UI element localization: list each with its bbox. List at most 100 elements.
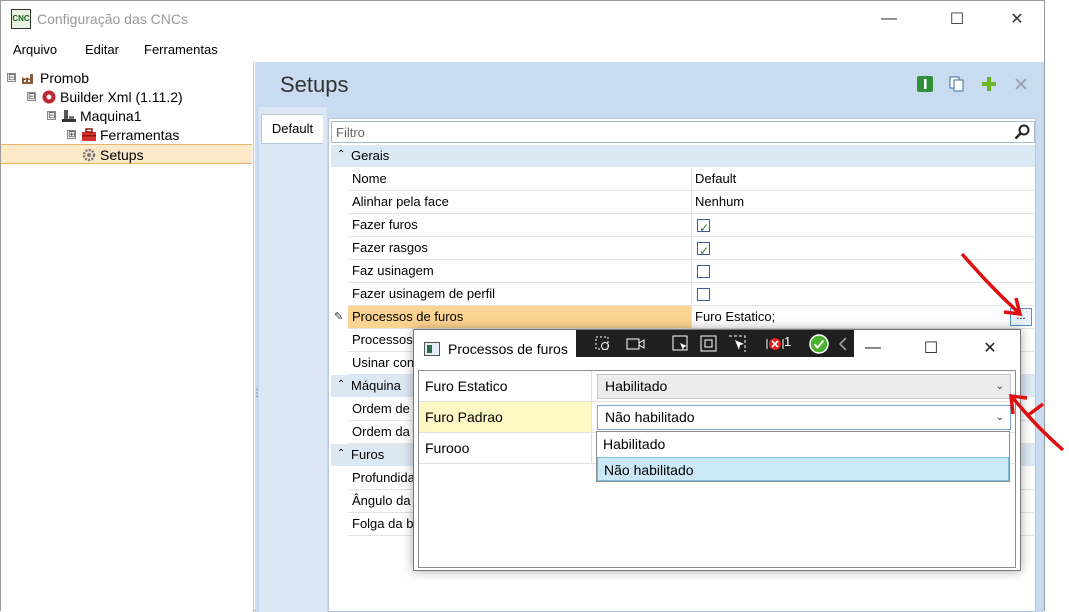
fazer-rasgos-checkbox[interactable]: [697, 240, 710, 262]
dialog-minimize-button[interactable]: —: [850, 333, 896, 363]
collapse-icon[interactable]: ⊟: [47, 111, 56, 120]
category-label: Furos: [351, 447, 385, 462]
dropdown-option[interactable]: Habilitado: [597, 432, 1009, 456]
property-value[interactable]: Nenhum: [693, 191, 1035, 213]
tree-panel: ⊟ Promob ⊟ Builder Xml (1.11.2) ⊟ Maquin…: [1, 62, 254, 612]
property-name: Fazer furos: [348, 214, 692, 236]
tab-default[interactable]: Default: [261, 114, 323, 144]
dialog-row-value: Habilitado: [605, 378, 668, 394]
info-icon[interactable]: [917, 76, 933, 92]
collapse-icon[interactable]: ⊟: [27, 92, 36, 101]
property-row[interactable]: Alinhar pela face Nenhum: [348, 191, 1035, 214]
page-title: Setups: [280, 72, 349, 97]
dialog-row-name: Furooo: [419, 433, 592, 463]
tree-item-label: Promob: [40, 69, 90, 86]
debug-toolbar: 1: [576, 330, 854, 357]
layout-adorner-icon[interactable]: [700, 335, 718, 353]
property-name: Processos de furos: [348, 306, 692, 328]
menu-ferramentas[interactable]: Ferramentas: [144, 42, 218, 57]
edit-pencil-icon: ✎: [334, 311, 344, 323]
property-row[interactable]: Fazer usinagem de perfil: [348, 283, 1035, 306]
category-label: Máquina: [351, 378, 401, 393]
faz-usinagem-checkbox[interactable]: [697, 265, 710, 278]
collapse-toolbar-icon[interactable]: [838, 336, 848, 352]
filter-input[interactable]: Filtro: [331, 121, 1035, 143]
pointer-select-icon[interactable]: [672, 335, 690, 353]
tree-item-label: Setups: [100, 146, 144, 163]
category-gerais[interactable]: ⌃ Gerais: [331, 145, 1035, 167]
add-icon[interactable]: [981, 76, 997, 92]
close-button[interactable]: ✕: [994, 1, 1040, 37]
property-name: Alinhar pela face: [348, 191, 692, 213]
filter-placeholder: Filtro: [336, 125, 365, 140]
tree-item-promob[interactable]: ⊟ Promob: [7, 68, 89, 87]
property-name: Nome: [348, 168, 692, 190]
dialog-row-select[interactable]: Não habilitado ⌄: [597, 405, 1011, 430]
annotation-arrow-icon: [1009, 393, 1065, 452]
dialog-maximize-button[interactable]: ☐: [908, 333, 954, 363]
property-value[interactable]: Default: [693, 168, 1035, 190]
dropdown-option-selected[interactable]: Não habilitado: [597, 457, 1009, 481]
chevron-up-icon[interactable]: ⌃: [337, 379, 345, 390]
chevron-down-icon: ⌄: [995, 381, 1004, 392]
menu-editar[interactable]: Editar: [85, 42, 119, 57]
dropdown-list: Habilitado Não habilitado: [596, 431, 1010, 482]
dialog-row-value: Não habilitado: [605, 409, 695, 425]
annotation-arrow-icon: [960, 252, 1023, 317]
property-value: [693, 214, 1035, 239]
menu-bar: Arquivo Editar Ferramentas: [1, 38, 1044, 62]
camera-icon[interactable]: [626, 335, 646, 353]
splitter-grip[interactable]: ⋮: [252, 389, 262, 399]
property-row[interactable]: Fazer furos: [348, 214, 1035, 239]
tree-item-builder-xml[interactable]: ⊟ Builder Xml (1.11.2): [27, 87, 183, 106]
tree-item-label: Ferramentas: [100, 126, 180, 143]
tree-item-maquina1[interactable]: ⊟ Maquina1: [47, 106, 142, 125]
dialog-row[interactable]: Furo Estatico Habilitado ⌄: [419, 371, 1015, 402]
dialog-row-name: Furo Padrao: [419, 402, 592, 432]
property-row[interactable]: Nome Default: [348, 168, 1035, 191]
property-name: Fazer rasgos: [348, 237, 692, 259]
factory-icon: [22, 73, 33, 84]
menu-arquivo[interactable]: Arquivo: [13, 42, 57, 57]
dialog-close-button[interactable]: ✕: [967, 333, 1013, 363]
select-element-icon[interactable]: [594, 335, 612, 353]
property-row-selected[interactable]: Processos de furos Furo Estatico; ...: [348, 306, 1035, 329]
property-name: Faz usinagem: [348, 260, 692, 282]
tree-item-setups[interactable]: Setups: [81, 145, 144, 164]
tree-item-ferramentas[interactable]: ⊞ Ferramentas: [67, 125, 179, 144]
maximize-button[interactable]: ☐: [934, 1, 980, 37]
window-icon: [424, 342, 440, 356]
dialog-row-select[interactable]: Habilitado ⌄: [597, 374, 1011, 399]
fazer-furos-checkbox[interactable]: [697, 217, 710, 239]
dialog-row-name: Furo Estatico: [419, 371, 592, 401]
dialog-title: Processos de furos: [448, 341, 568, 357]
search-icon[interactable]: [1014, 124, 1030, 140]
expand-icon[interactable]: ⊞: [67, 130, 76, 139]
delete-icon[interactable]: [1013, 76, 1029, 92]
chevron-down-icon: ⌄: [995, 412, 1004, 423]
tree-item-label: Maquina1: [80, 107, 142, 124]
gear-icon: [82, 148, 96, 161]
minimize-button[interactable]: —: [866, 1, 912, 37]
tab-strip: [259, 107, 327, 612]
dialog-row[interactable]: Furo Padrao Não habilitado ⌄: [419, 402, 1015, 433]
chevron-up-icon[interactable]: ⌃: [337, 149, 345, 160]
property-name: Fazer usinagem de perfil: [348, 283, 692, 305]
title-bar: CNC Configuração das CNCs — ☐ ✕: [1, 1, 1044, 37]
app-icon: CNC: [11, 9, 31, 29]
tree-item-label: Builder Xml (1.11.2): [60, 88, 183, 105]
track-focus-icon[interactable]: [728, 335, 748, 353]
machine-icon: [62, 109, 76, 122]
check-icon[interactable]: [808, 333, 830, 355]
binding-failures-icon[interactable]: [766, 335, 784, 353]
property-value-text: Furo Estatico;: [695, 309, 776, 324]
builder-icon: [42, 90, 56, 103]
chevron-up-icon[interactable]: ⌃: [337, 448, 345, 459]
property-row[interactable]: Fazer rasgos: [348, 237, 1035, 262]
category-label: Gerais: [351, 148, 390, 163]
copy-icon[interactable]: [949, 76, 965, 92]
collapse-icon[interactable]: ⊟: [7, 73, 16, 82]
binding-failures-count: 1: [784, 334, 792, 349]
property-row[interactable]: Faz usinagem: [348, 260, 1035, 283]
fazer-usinagem-perfil-checkbox[interactable]: [697, 288, 710, 301]
